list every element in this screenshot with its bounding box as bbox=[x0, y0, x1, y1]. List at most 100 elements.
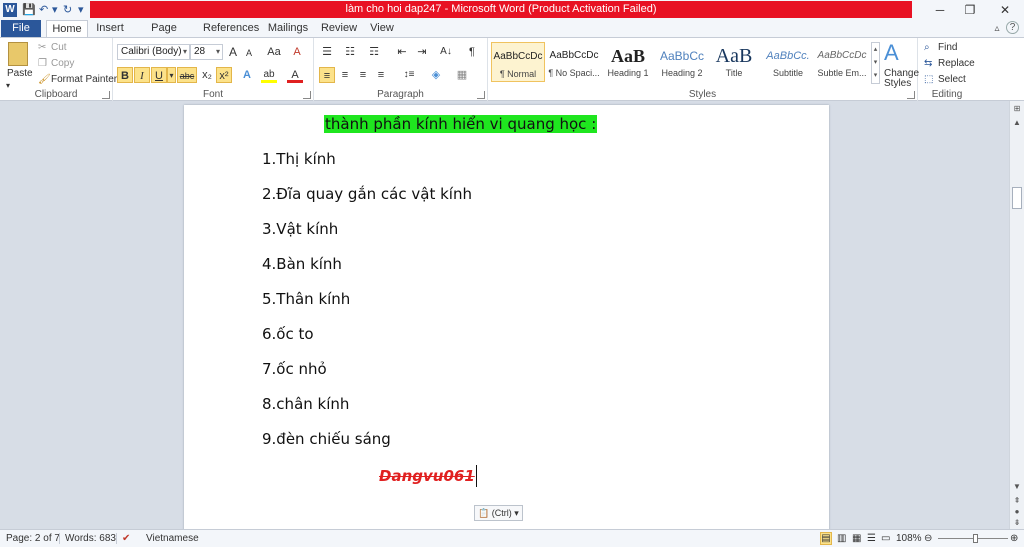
borders-button[interactable]: ▦ bbox=[454, 67, 470, 83]
vertical-scrollbar[interactable]: ⊞ ▲ ▼ ⇞ ● ⇟ bbox=[1009, 101, 1024, 529]
minimize-button[interactable]: ─ bbox=[925, 1, 955, 19]
list-item[interactable]: 3.Vật kính bbox=[262, 220, 338, 238]
word-app-icon[interactable]: W bbox=[3, 3, 17, 17]
clear-formatting-button[interactable]: A bbox=[289, 44, 305, 60]
close-button[interactable]: ✕ bbox=[990, 1, 1020, 19]
style-heading-1[interactable]: AaB Heading 1 bbox=[601, 42, 655, 82]
ruler-toggle-icon[interactable]: ⊞ bbox=[1011, 103, 1023, 115]
bold-button[interactable]: B bbox=[117, 67, 133, 83]
tab-file[interactable]: File bbox=[1, 20, 41, 37]
zoom-out-icon[interactable]: ⊖ bbox=[924, 530, 932, 547]
change-case-button[interactable]: Aa bbox=[263, 44, 285, 60]
multilevel-list-button[interactable]: ☶ bbox=[366, 44, 382, 60]
select-icon[interactable]: ⬚ bbox=[924, 73, 933, 87]
draft-view-icon[interactable]: ▭ bbox=[881, 530, 890, 547]
style-title[interactable]: AaB Title bbox=[707, 42, 761, 82]
font-launcher-icon[interactable] bbox=[303, 91, 311, 99]
help-icon[interactable]: ? bbox=[1006, 21, 1019, 34]
font-color-button[interactable]: A bbox=[287, 67, 303, 83]
align-left-button[interactable]: ≡ bbox=[319, 67, 335, 83]
document-page[interactable]: thành phần kính hiển vi quang học : 1.Th… bbox=[184, 105, 829, 529]
replace-button[interactable]: Replace bbox=[938, 57, 975, 71]
tab-references[interactable]: References bbox=[203, 20, 259, 37]
select-button[interactable]: Select bbox=[938, 73, 966, 87]
underline-dropdown-icon[interactable]: ▾ bbox=[167, 67, 176, 83]
italic-button[interactable]: I bbox=[134, 67, 150, 83]
outline-view-icon[interactable]: ☰ bbox=[867, 530, 876, 547]
print-layout-view-icon[interactable]: ▤ bbox=[820, 532, 832, 545]
zoom-in-icon[interactable]: ⊕ bbox=[1010, 530, 1018, 547]
proofing-icon[interactable]: ✔ bbox=[122, 530, 130, 547]
tab-mailings[interactable]: Mailings bbox=[265, 20, 311, 37]
style-subtle-emphasis[interactable]: AaBbCcDc Subtle Em... bbox=[815, 42, 869, 82]
document-heading[interactable]: thành phần kính hiển vi quang học : bbox=[324, 115, 598, 133]
save-icon[interactable]: 💾 bbox=[22, 3, 36, 17]
list-item[interactable]: 5.Thân kính bbox=[262, 290, 350, 308]
next-page-icon[interactable]: ⇟ bbox=[1011, 517, 1023, 529]
web-layout-icon[interactable]: ▦ bbox=[852, 530, 861, 547]
numbering-button[interactable]: ☷ bbox=[342, 44, 358, 60]
clipboard-launcher-icon[interactable] bbox=[102, 91, 110, 99]
redo-icon[interactable]: ↻ bbox=[63, 3, 72, 17]
paste-options-button[interactable]: 📋 (Ctrl) ▾ bbox=[474, 505, 523, 521]
shrink-font-button[interactable]: A bbox=[241, 45, 257, 61]
style-heading-2[interactable]: AaBbCc Heading 2 bbox=[655, 42, 709, 82]
styles-gallery-scroll[interactable]: ▴ ▾ ▾ bbox=[871, 42, 880, 84]
list-item[interactable]: 6.ốc to bbox=[262, 325, 314, 343]
list-item[interactable]: 1.Thị kính bbox=[262, 150, 336, 168]
underline-button[interactable]: U bbox=[151, 67, 167, 83]
justify-button[interactable]: ≡ bbox=[373, 67, 389, 83]
list-item[interactable]: 2.Đĩa quay gắn các vật kính bbox=[262, 185, 472, 203]
tab-view[interactable]: View bbox=[367, 20, 397, 37]
styles-launcher-icon[interactable] bbox=[907, 91, 915, 99]
increase-indent-button[interactable]: ⇥ bbox=[414, 44, 430, 60]
tab-insert[interactable]: Insert bbox=[92, 20, 128, 37]
tab-review[interactable]: Review bbox=[319, 20, 359, 37]
superscript-button[interactable]: x² bbox=[216, 67, 232, 83]
align-center-button[interactable]: ≡ bbox=[337, 67, 353, 83]
cut-icon[interactable]: ✂ bbox=[38, 41, 46, 55]
decrease-indent-button[interactable]: ⇤ bbox=[394, 44, 410, 60]
word-count[interactable]: Words: 683 bbox=[65, 530, 116, 547]
full-screen-reading-icon[interactable]: ▥ bbox=[837, 530, 846, 547]
shading-button[interactable]: ◈ bbox=[428, 67, 444, 83]
minimize-ribbon-icon[interactable]: ▵ bbox=[990, 21, 1004, 36]
format-painter-icon[interactable]: 🖌 bbox=[38, 73, 51, 87]
paste-button[interactable]: Paste bbox=[7, 67, 33, 81]
align-right-button[interactable]: ≡ bbox=[355, 67, 371, 83]
zoom-slider-thumb[interactable] bbox=[972, 534, 978, 543]
sort-button[interactable]: A↓ bbox=[438, 44, 454, 60]
restore-button[interactable]: ❐ bbox=[955, 1, 985, 19]
style-subtitle[interactable]: AaBbCc. Subtitle bbox=[761, 42, 815, 82]
language-indicator[interactable]: Vietnamese bbox=[146, 530, 199, 547]
bullets-button[interactable]: ☰ bbox=[319, 44, 335, 60]
paste-icon[interactable] bbox=[8, 42, 28, 66]
font-size-select[interactable]: 28 ▾ bbox=[190, 44, 223, 60]
tab-home[interactable]: Home bbox=[46, 20, 88, 38]
paragraph-launcher-icon[interactable] bbox=[477, 91, 485, 99]
zoom-level[interactable]: 108% bbox=[896, 530, 922, 547]
scroll-down-icon[interactable]: ▼ bbox=[1011, 481, 1023, 493]
replace-icon[interactable]: ⇆ bbox=[924, 57, 932, 71]
subscript-button[interactable]: x₂ bbox=[199, 67, 215, 83]
undo-dropdown-icon[interactable]: ▾ bbox=[52, 3, 58, 17]
format-painter-button[interactable]: Format Painter bbox=[51, 73, 117, 87]
line-spacing-button[interactable]: ↕≡ bbox=[398, 67, 420, 83]
undo-icon[interactable]: ↶ bbox=[39, 3, 48, 17]
text-effects-button[interactable]: A bbox=[239, 67, 255, 83]
cut-button[interactable]: Cut bbox=[51, 41, 67, 55]
scroll-thumb[interactable] bbox=[1012, 187, 1022, 209]
find-icon[interactable]: ⌕ bbox=[924, 41, 930, 55]
copy-button[interactable]: Copy bbox=[51, 57, 74, 71]
scroll-up-icon[interactable]: ▲ bbox=[1011, 117, 1023, 129]
style-normal[interactable]: AaBbCcDc ¶ Normal bbox=[491, 42, 545, 82]
list-item[interactable]: 8.chân kính bbox=[262, 395, 349, 413]
list-item[interactable]: 9.đèn chiếu sáng bbox=[262, 430, 391, 448]
show-formatting-marks-button[interactable]: ¶ bbox=[464, 44, 480, 60]
grow-font-button[interactable]: A bbox=[225, 44, 241, 60]
customize-qat-icon[interactable]: ▾ bbox=[78, 3, 84, 17]
style-no-spacing[interactable]: AaBbCcDc ¶ No Spaci... bbox=[547, 42, 601, 82]
page-count[interactable]: Page: 2 of 7 bbox=[6, 530, 60, 547]
copy-icon[interactable]: ❐ bbox=[38, 57, 47, 71]
find-button[interactable]: Find bbox=[938, 41, 957, 55]
